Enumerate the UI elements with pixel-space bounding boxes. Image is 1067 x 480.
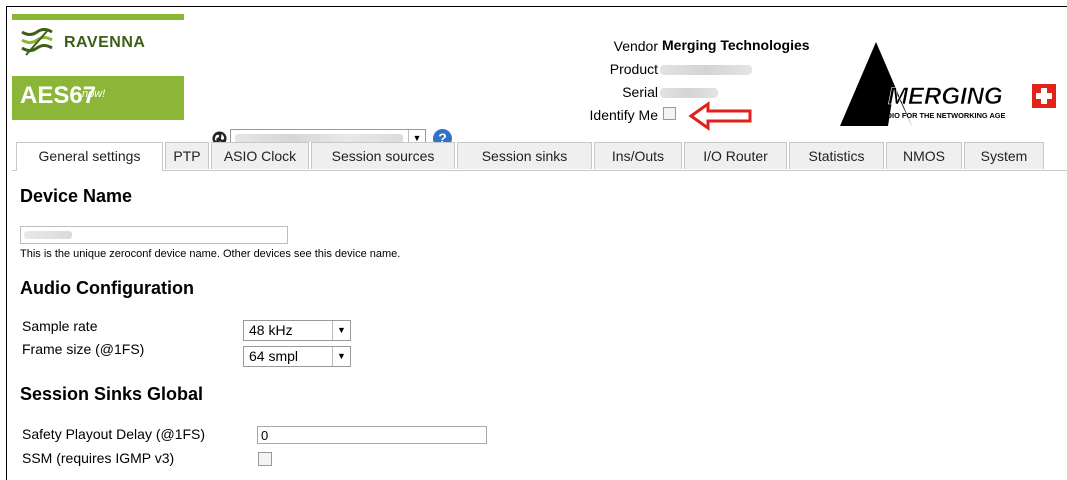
chevron-down-icon[interactable]: ▼ — [332, 347, 350, 366]
merging-technologies-logo: MERGING AUDIO FOR THE NETWORKING AGE — [840, 42, 1056, 126]
identify-me-label: Identify Me — [589, 107, 658, 123]
ravenna-aes67-logo: RAVENNA AES67 now! — [12, 14, 184, 120]
device-name-input[interactable] — [20, 226, 288, 244]
frame-size-select[interactable]: 64 smpl ▼ — [243, 346, 351, 367]
sample-rate-value: 48 kHz — [249, 322, 293, 338]
tab-general-settings[interactable]: General settings — [16, 142, 163, 171]
tab-session-sinks[interactable]: Session sinks — [457, 142, 592, 169]
aes67-banner: AES67 now! — [12, 76, 184, 120]
ravenna-wordmark: RAVENNA — [64, 34, 146, 51]
tab-ins-outs[interactable]: Ins/Outs — [594, 142, 682, 169]
product-label: Product — [609, 61, 658, 77]
serial-value-blurred — [660, 88, 718, 98]
frame-size-label: Frame size (@1FS) — [22, 341, 145, 357]
tab-system[interactable]: System — [964, 142, 1044, 169]
ssm-checkbox[interactable] — [258, 452, 272, 466]
vendor-label: Vendor — [613, 38, 658, 54]
device-name-help-text: This is the unique zeroconf device name.… — [20, 248, 401, 260]
serial-label: Serial — [622, 84, 658, 100]
session-sinks-global-heading: Session Sinks Global — [20, 384, 204, 404]
vendor-value: Merging Technologies — [662, 37, 810, 53]
aes67-now-tag: now! — [82, 88, 106, 100]
frame-size-value: 64 smpl — [249, 348, 299, 364]
tab-nmos[interactable]: NMOS — [886, 142, 962, 169]
red-arrow-annotation — [688, 101, 752, 131]
audio-configuration-heading: Audio Configuration — [20, 278, 194, 298]
device-name-value-blurred — [24, 231, 72, 239]
logo-top-bar — [12, 14, 184, 20]
ravenna-wave-icon — [21, 28, 53, 56]
sample-rate-label: Sample rate — [22, 318, 98, 334]
tab-io-router[interactable]: I/O Router — [684, 142, 787, 169]
sample-rate-select[interactable]: 48 kHz ▼ — [243, 320, 351, 341]
ssm-label: SSM (requires IGMP v3) — [22, 450, 175, 466]
chevron-down-icon[interactable]: ▼ — [332, 321, 350, 340]
device-name-heading: Device Name — [20, 186, 133, 206]
safety-playout-delay-label: Safety Playout Delay (@1FS) — [22, 426, 206, 442]
tab-bar: General settings PTP ASIO Clock Session … — [12, 142, 1067, 171]
merging-tagline: AUDIO FOR THE NETWORKING AGE — [876, 111, 1006, 120]
product-value-blurred — [660, 65, 752, 75]
safety-playout-delay-input[interactable] — [257, 426, 487, 444]
tab-statistics[interactable]: Statistics — [789, 142, 884, 169]
tab-ptp[interactable]: PTP — [165, 142, 209, 169]
merging-wordmark: MERGING — [888, 83, 1003, 110]
identify-me-checkbox[interactable] — [663, 107, 676, 120]
tab-asio-clock[interactable]: ASIO Clock — [211, 142, 309, 169]
tab-session-sources[interactable]: Session sources — [311, 142, 455, 169]
